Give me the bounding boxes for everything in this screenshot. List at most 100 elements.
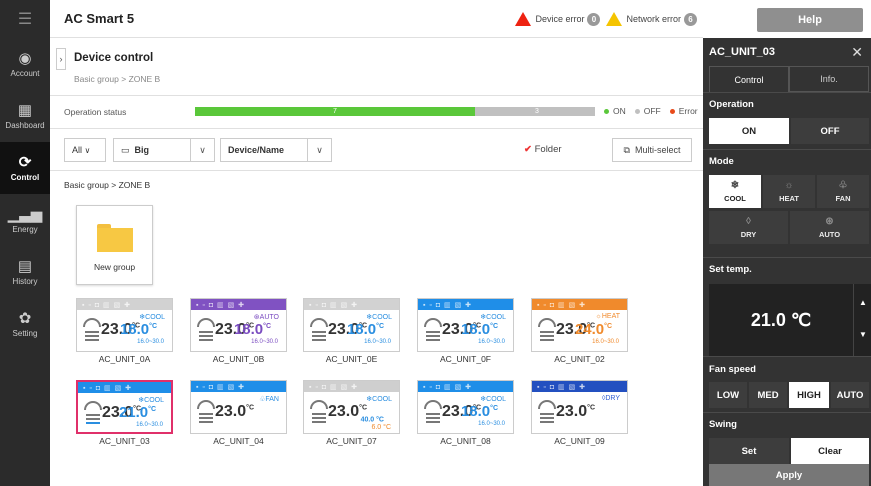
current-temp: 23.0°C [215, 403, 254, 420]
nav-setting[interactable]: ✿ Setting [0, 298, 50, 350]
chevron-down-icon: ∨ [190, 139, 214, 161]
fan-icon: ♧ [838, 180, 848, 191]
device-status-icons: ▪ ▫ ◘ ▥ ▧ ✚ [78, 382, 171, 393]
status-bar-on: 7 [195, 107, 475, 116]
nav-label: Account [10, 68, 40, 78]
close-icon[interactable]: ✕ [851, 44, 863, 61]
nav-dashboard[interactable]: ▦ Dashboard [0, 90, 50, 142]
device-card[interactable]: ▪ ▫ ◘ ▥ ▧ ✚ 23.0°C ❄COOL 18.0°C 16.0~30.… [76, 298, 173, 364]
energy-icon: ▁▃▅ [7, 205, 43, 223]
network-error-icon [606, 12, 623, 26]
help-button[interactable]: Help [757, 8, 863, 32]
on-button[interactable]: ON [709, 118, 789, 144]
device-name: AC_UNIT_0B [212, 354, 265, 364]
device-status-icons: ▪ ▫ ◘ ▥ ▧ ✚ [418, 381, 513, 392]
device-name: AC_UNIT_0A [98, 354, 151, 364]
network-error-count: 6 [684, 12, 697, 26]
dashboard-icon: ▦ [17, 101, 33, 119]
ac-unit-icon [310, 318, 328, 344]
history-icon: ▤ [17, 257, 33, 275]
menu-icon[interactable]: ☰ [0, 0, 50, 38]
card-view-icon: ▭ [121, 144, 130, 155]
nav-control[interactable]: ⟳ Control [0, 142, 50, 194]
error-indicators: Device error 0 Network error 6 [515, 0, 703, 38]
device-name: AC_UNIT_03 [99, 436, 150, 446]
device-error-label[interactable]: Device error [535, 14, 584, 24]
ac-unit-icon [197, 318, 215, 344]
mode-cool-button[interactable]: ❄ COOL [709, 175, 761, 208]
expand-tree-button[interactable]: › [56, 48, 66, 70]
mode-heat-button[interactable]: ☼ HEAT [763, 175, 815, 208]
device-card[interactable]: ▪ ▫ ◘ ▥ ▧ ✚ 23.0°C ❄COOL 40.0 °C 6.0 °C … [303, 380, 400, 446]
device-card[interactable]: ▪ ▫ ◘ ▥ ▧ ✚ 23.0°C ⊛AUTO 18.0°C 16.0~30.… [190, 298, 287, 364]
temp-up-icon: ▲ [859, 298, 867, 307]
ac-unit-icon [83, 318, 101, 344]
device-card[interactable]: ▪ ▫ ◘ ▥ ▧ ✚ 23.0°C ♧FAN AC_UNIT_04 [190, 380, 287, 446]
set-temp: 18.0°C [460, 321, 498, 338]
temp-down-icon: ▼ [859, 330, 867, 339]
swing-clear-button[interactable]: Clear [791, 438, 869, 464]
device-card[interactable]: ▪ ▫ ◘ ▥ ▧ ✚ 23.0°C ☼HEAT 24.0°C 16.0~30.… [531, 298, 628, 364]
temp-range: 16.0~30.0 [478, 339, 505, 345]
device-card[interactable]: ▪ ▫ ◘ ▥ ▧ ✚ 23.0°C ❄COOL 18.0°C 16.0~30.… [417, 298, 514, 364]
temp-range: 16.0~30.0 [592, 339, 619, 345]
toolbar: All ∨ ▭ Big ∨ Device/Name ∨ ✔ Folder ⧉ Multi… [50, 129, 703, 171]
check-icon: ✔ [524, 144, 532, 155]
sort-select[interactable]: Device/Name ∨ [220, 138, 332, 162]
fan-high-button[interactable]: HIGH [789, 382, 829, 408]
device-status-icons: ▪ ▫ ◘ ▥ ▧ ✚ [418, 299, 513, 310]
folder-icon [97, 224, 133, 252]
chevron-down-icon: ∨ [84, 145, 91, 155]
device-status-icons: ▪ ▫ ◘ ▥ ▧ ✚ [77, 299, 172, 310]
chevron-down-icon: ∨ [307, 139, 331, 161]
mode-indicator: ◊DRY [601, 395, 620, 402]
device-status-icons: ▪ ▫ ◘ ▥ ▧ ✚ [191, 381, 286, 392]
nav-label: History [12, 276, 38, 286]
current-temp: 23.0°C [556, 403, 595, 420]
device-card[interactable]: ▪ ▫ ◘ ▥ ▧ ✚ 23.0°C ❄COOL 21.0°C 16.0~30.… [76, 380, 173, 446]
mode-fan-button[interactable]: ♧ FAN [817, 175, 869, 208]
device-card[interactable]: ▪ ▫ ◘ ▥ ▧ ✚ 23.0°C ◊DRY AC_UNIT_09 [531, 380, 628, 446]
device-status-icons: ▪ ▫ ◘ ▥ ▧ ✚ [304, 299, 399, 310]
status-bar-off: 3 [535, 108, 539, 115]
temp-range: 16.0~30.0 [478, 421, 505, 427]
ac-unit-icon [197, 400, 215, 426]
ac-unit-icon [310, 400, 328, 426]
mode-indicator: ❄COOL [480, 396, 506, 403]
temp-range: 6.0 °C [371, 424, 391, 431]
nav-label: Setting [12, 328, 38, 338]
new-group-folder[interactable]: New group [76, 205, 153, 285]
folder-checkbox[interactable]: ✔ Folder [524, 144, 562, 155]
device-status-icons: ▪ ▫ ◘ ▥ ▧ ✚ [304, 381, 399, 392]
filter-select[interactable]: All ∨ [64, 138, 106, 162]
nav-account[interactable]: ◉ Account [0, 38, 50, 90]
temp-range: 16.0~30.0 [251, 339, 278, 345]
tab-control[interactable]: Control [709, 66, 789, 92]
legend-error: Error [669, 106, 698, 116]
status-legend: ON OFF Error [604, 106, 698, 116]
fan-auto-button[interactable]: AUTO [831, 382, 869, 408]
drop-icon: ◊ [746, 216, 751, 227]
snowflake-icon: ❄ [730, 180, 740, 191]
setting-icon: ✿ [18, 309, 32, 327]
network-error-label[interactable]: Network error [626, 14, 681, 24]
view-size-select[interactable]: ▭ Big ∨ [113, 138, 215, 162]
swing-set-button[interactable]: Set [709, 438, 789, 464]
nav-energy[interactable]: ▁▃▅ Energy [0, 194, 50, 246]
temp-stepper[interactable]: ▲ ▼ [853, 284, 871, 356]
tab-info[interactable]: Info. [789, 66, 869, 92]
device-card[interactable]: ▪ ▫ ◘ ▥ ▧ ✚ 23.0°C ❄COOL 18.0°C 16.0~30.… [417, 380, 514, 446]
device-card[interactable]: ▪ ▫ ◘ ▥ ▧ ✚ 23.0°C ❄COOL 18.0°C 16.0~30.… [303, 298, 400, 364]
fan-med-button[interactable]: MED [749, 382, 787, 408]
nav-history[interactable]: ▤ History [0, 246, 50, 298]
apply-button[interactable]: Apply [709, 464, 869, 486]
off-button[interactable]: OFF [791, 118, 869, 144]
mode-auto-button[interactable]: ⊛ AUTO [790, 211, 869, 244]
swing-label: Swing [709, 419, 737, 430]
fan-speed-label: Fan speed [709, 364, 756, 375]
fan-low-button[interactable]: LOW [709, 382, 747, 408]
multi-select-button[interactable]: ⧉ Multi-select [612, 138, 692, 162]
device-name: AC_UNIT_07 [326, 436, 377, 446]
account-icon: ◉ [18, 49, 32, 67]
mode-dry-button[interactable]: ◊ DRY [709, 211, 788, 244]
